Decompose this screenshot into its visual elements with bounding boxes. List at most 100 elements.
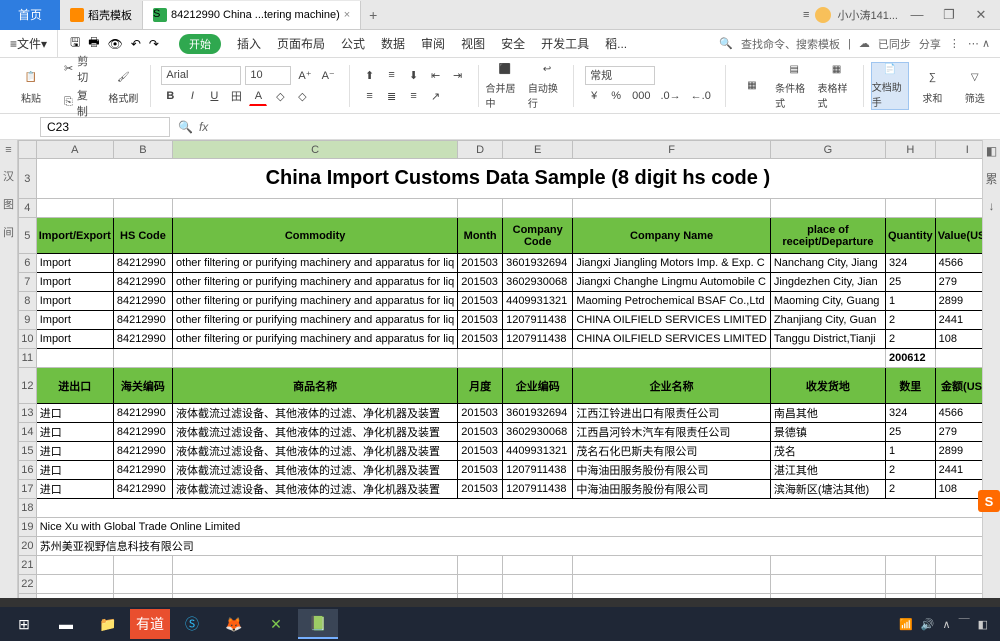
cell[interactable]: Nanchang City, Jiang: [770, 254, 885, 273]
cell[interactable]: A: [36, 141, 113, 159]
tab-insert[interactable]: 插入: [229, 30, 269, 58]
cell[interactable]: F: [573, 141, 771, 159]
cell[interactable]: 进口: [36, 404, 113, 423]
skype-icon[interactable]: Ⓢ: [172, 609, 212, 639]
overflow-icon[interactable]: ⋮: [949, 37, 960, 50]
side-icon[interactable]: ◧: [986, 144, 997, 158]
cell[interactable]: 商品名称: [173, 368, 458, 404]
cell[interactable]: 11: [19, 349, 37, 368]
tab-security[interactable]: 安全: [493, 30, 533, 58]
cell[interactable]: [503, 556, 573, 575]
cell[interactable]: 84212990: [113, 404, 172, 423]
cell[interactable]: Company Code: [503, 218, 573, 254]
cell[interactable]: 23: [19, 594, 37, 599]
cell[interactable]: 84212990: [113, 292, 172, 311]
start-button[interactable]: ⊞: [4, 609, 44, 639]
cell[interactable]: Tanggu District,Tianji: [770, 330, 885, 349]
side-icon[interactable]: ≡: [5, 144, 11, 156]
cell[interactable]: Commodity: [173, 218, 458, 254]
cell[interactable]: 苏州美亚视野信息科技有限公司: [36, 537, 999, 556]
cell[interactable]: 2: [885, 480, 935, 499]
cell[interactable]: 中海油田服务股份有限公司: [573, 480, 771, 499]
cell[interactable]: [770, 199, 885, 218]
cell[interactable]: 数里: [885, 368, 935, 404]
tab-data[interactable]: 数据: [373, 30, 413, 58]
task-item[interactable]: ✕: [256, 609, 296, 639]
cell[interactable]: 1207911438: [503, 480, 573, 499]
underline-button[interactable]: U: [205, 87, 223, 106]
user-label[interactable]: 小小涛141...: [837, 7, 898, 23]
cell[interactable]: 15: [19, 442, 37, 461]
cell[interactable]: 企业编码: [503, 368, 573, 404]
share-button[interactable]: 分享: [919, 36, 941, 52]
cell[interactable]: 84212990: [113, 311, 172, 330]
cell[interactable]: 21: [19, 556, 37, 575]
cell[interactable]: [885, 199, 935, 218]
cell[interactable]: [573, 556, 771, 575]
cell[interactable]: [113, 556, 172, 575]
cell[interactable]: 201503: [458, 254, 503, 273]
cut-button[interactable]: 剪切: [77, 53, 96, 85]
cell[interactable]: [458, 349, 503, 368]
cell[interactable]: 16: [19, 461, 37, 480]
cell[interactable]: other filtering or purifying machinery a…: [173, 254, 458, 273]
tray-icon[interactable]: 📶: [899, 618, 913, 631]
cell[interactable]: 海关编码: [113, 368, 172, 404]
cell[interactable]: 84212990: [113, 480, 172, 499]
cell[interactable]: 84212990: [113, 442, 172, 461]
tab-layout[interactable]: 页面布局: [269, 30, 333, 58]
cell[interactable]: 10: [19, 330, 37, 349]
cell[interactable]: [770, 575, 885, 594]
search-input[interactable]: 查找命令、搜索模板: [741, 36, 840, 52]
cell[interactable]: [458, 575, 503, 594]
cond-format-button[interactable]: ▤条件格式: [775, 62, 813, 110]
user-avatar[interactable]: [815, 7, 831, 23]
cell[interactable]: [36, 199, 113, 218]
doc-helper-button[interactable]: 📄文档助手: [871, 62, 910, 110]
cell[interactable]: 液体截流过滤设备、其他液体的过滤、净化机器及装置: [173, 480, 458, 499]
cell[interactable]: [503, 575, 573, 594]
cell[interactable]: H: [885, 141, 935, 159]
cell[interactable]: Import: [36, 273, 113, 292]
cell[interactable]: 进口: [36, 442, 113, 461]
cell[interactable]: other filtering or purifying machinery a…: [173, 273, 458, 292]
tray-icon[interactable]: ∧: [943, 618, 951, 631]
cell[interactable]: [503, 199, 573, 218]
cell[interactable]: 22: [19, 575, 37, 594]
cell[interactable]: 4409931321: [503, 292, 573, 311]
cell[interactable]: [458, 594, 503, 599]
cell[interactable]: 进出口: [36, 368, 113, 404]
task-item[interactable]: ▬: [46, 609, 86, 639]
dec-inc-button[interactable]: .0→: [657, 87, 683, 106]
side-icon[interactable]: 累: [985, 170, 997, 187]
cell[interactable]: [885, 575, 935, 594]
cell[interactable]: B: [113, 141, 172, 159]
cell[interactable]: 月度: [458, 368, 503, 404]
cell[interactable]: 3601932694: [503, 254, 573, 273]
cell[interactable]: [113, 199, 172, 218]
cell[interactable]: G: [770, 141, 885, 159]
cell[interactable]: 201503: [458, 404, 503, 423]
side-icon[interactable]: 间: [3, 224, 14, 240]
tab-docer[interactable]: 稻...: [597, 30, 635, 58]
font-select[interactable]: Arial: [161, 66, 241, 85]
cell[interactable]: 84212990: [113, 423, 172, 442]
cell[interactable]: 2: [885, 311, 935, 330]
cell[interactable]: 景德镇: [770, 423, 885, 442]
fill-color-button[interactable]: ◇: [271, 87, 289, 106]
tab-review[interactable]: 审阅: [413, 30, 453, 58]
cell[interactable]: [173, 199, 458, 218]
cell[interactable]: Month: [458, 218, 503, 254]
align-mid-button[interactable]: ≡: [383, 66, 401, 85]
cell[interactable]: [503, 349, 573, 368]
formula-input[interactable]: [214, 120, 814, 134]
close-button[interactable]: ✕: [968, 4, 994, 26]
cell[interactable]: [113, 349, 172, 368]
cell[interactable]: 201503: [458, 292, 503, 311]
cell[interactable]: [36, 556, 113, 575]
cell[interactable]: 湛江其他: [770, 461, 885, 480]
cells-button[interactable]: ▦: [733, 62, 771, 110]
align-right-button[interactable]: ≡: [405, 87, 423, 106]
cell[interactable]: [36, 575, 113, 594]
cell[interactable]: CHINA OILFIELD SERVICES LIMITED: [573, 330, 771, 349]
